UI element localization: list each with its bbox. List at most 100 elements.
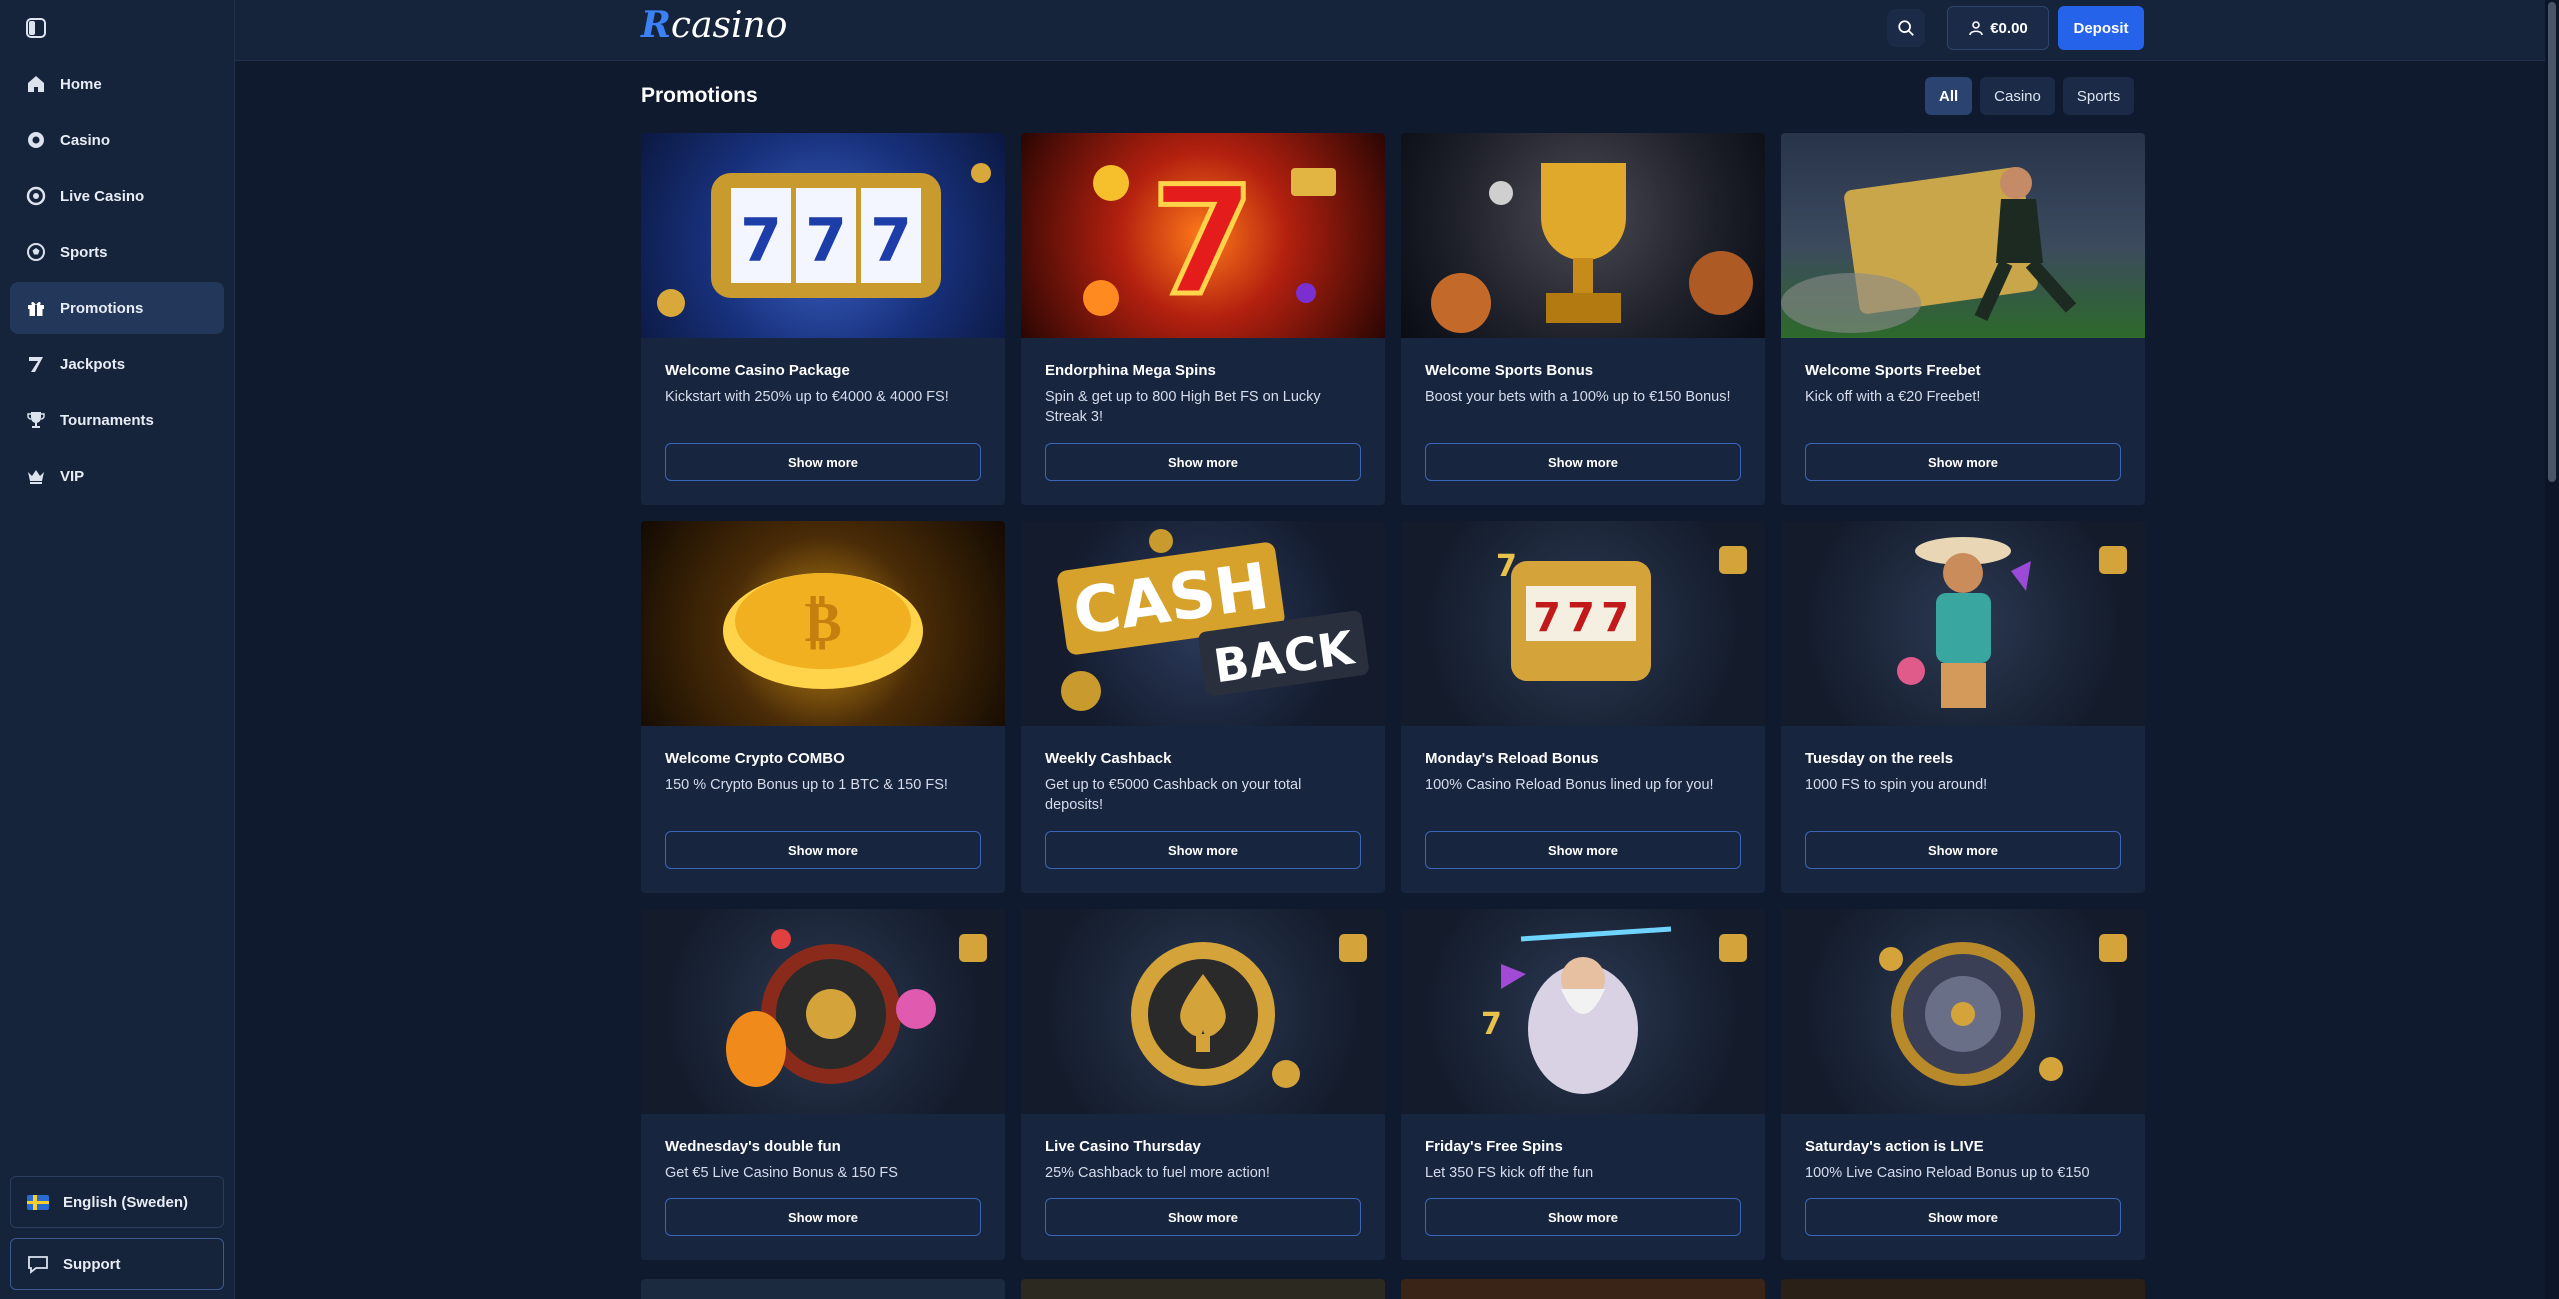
promo-card[interactable]: 7 Endorphina Mega Spins Spin & get up to… — [1021, 133, 1385, 505]
promo-title: Welcome Sports Bonus — [1425, 362, 1594, 379]
sidebar-item-label: Home — [60, 75, 102, 93]
svg-text:₿: ₿ — [804, 590, 841, 655]
promo-card[interactable]: Welcome Sports Bonus Boost your bets wit… — [1401, 133, 1765, 505]
deposit-button[interactable]: Deposit — [2058, 6, 2144, 50]
promo-title: Monday's Reload Bonus — [1425, 750, 1599, 767]
svg-text:7: 7 — [1567, 595, 1595, 641]
promo-card[interactable]: 7 Friday's Free Spins Let 350 FS kick of… — [1401, 909, 1765, 1260]
promo-description: 1000 FS to spin you around! — [1805, 777, 1988, 793]
trophy-image — [1401, 133, 1765, 338]
promo-title: Tuesday on the reels — [1805, 750, 1954, 767]
promo-title: Wednesday's double fun — [665, 1138, 841, 1155]
filter-sports[interactable]: Sports — [2062, 77, 2135, 115]
scrollbar-thumb[interactable] — [2548, 2, 2556, 482]
slot-machine-image: 7777 — [1401, 521, 1765, 726]
sidebar-toggle-icon[interactable] — [25, 17, 47, 39]
promotions-grid: 777 Welcome Casino Package Kickstart wit… — [641, 133, 2145, 1260]
promo-card[interactable]: 7777 Monday's Reload Bonus 100% Casino R… — [1401, 521, 1765, 893]
sidebar-item-sports[interactable]: Sports — [10, 226, 224, 278]
svg-text:7: 7 — [1151, 155, 1255, 329]
promo-card-peek — [1401, 1279, 1765, 1299]
live-casino-icon — [26, 186, 46, 206]
sidebar-item-label: Casino — [60, 131, 111, 149]
page-scrollbar[interactable] — [2545, 0, 2559, 1299]
show-more-button[interactable]: Show more — [665, 1198, 981, 1236]
sidebar-item-label: Tournaments — [60, 411, 154, 429]
promo-card[interactable]: Wednesday's double fun Get €5 Live Casin… — [641, 909, 1005, 1260]
search-button[interactable] — [1887, 9, 1925, 47]
promo-card[interactable]: Welcome Sports Freebet Kick off with a €… — [1781, 133, 2145, 505]
filter-casino[interactable]: Casino — [1980, 77, 2055, 115]
promo-description: Kick off with a €20 Freebet! — [1805, 389, 1981, 405]
bitcoin-coin-image: ₿ — [641, 521, 1005, 726]
show-more-button[interactable]: Show more — [1805, 443, 2121, 481]
cowboy-character-image — [1781, 521, 2145, 726]
promo-title: Weekly Cashback — [1045, 750, 1172, 767]
roulette-wheel-image — [1781, 909, 2145, 1114]
sidebar-item-label: VIP — [60, 467, 85, 485]
user-icon — [1969, 21, 1984, 36]
show-more-button[interactable]: Show more — [1425, 443, 1741, 481]
page-title: Promotions — [641, 84, 758, 107]
show-more-button[interactable]: Show more — [1045, 1198, 1361, 1236]
promo-card[interactable]: ₿ Welcome Crypto COMBO 150 % Crypto Bonu… — [641, 521, 1005, 893]
language-label: English (Sweden) — [63, 1193, 189, 1211]
show-more-button[interactable]: Show more — [1805, 1198, 2121, 1236]
sidebar-item-home[interactable]: Home — [10, 58, 224, 110]
show-more-button[interactable]: Show more — [1045, 831, 1361, 869]
promo-title: Welcome Sports Freebet — [1805, 362, 1981, 379]
casino-chip-icon — [28, 132, 44, 148]
sidebar-item-vip[interactable]: VIP — [10, 450, 224, 502]
home-icon — [28, 76, 44, 92]
svg-text:7: 7 — [740, 206, 782, 276]
crown-icon — [28, 470, 44, 484]
promo-description: Kickstart with 250% up to €4000 & 4000 F… — [665, 389, 949, 405]
show-more-button[interactable]: Show more — [665, 831, 981, 869]
fire-seven-image: 7 — [1021, 133, 1385, 338]
promo-title: Saturday's action is LIVE — [1805, 1138, 1984, 1155]
promo-title: Endorphina Mega Spins — [1045, 362, 1216, 379]
show-more-button[interactable]: Show more — [665, 443, 981, 481]
svg-text:7: 7 — [805, 206, 847, 276]
sweden-flag-icon — [27, 1194, 49, 1210]
sidebar-item-jackpots[interactable]: Jackpots — [10, 338, 224, 390]
top-header: Rcasino €0.00 Deposit — [235, 0, 2559, 61]
promo-card-peek — [641, 1279, 1005, 1299]
filter-all[interactable]: All — [1925, 77, 1973, 115]
show-more-button[interactable]: Show more — [1805, 831, 2121, 869]
promo-description: 25% Cashback to fuel more action! — [1045, 1165, 1270, 1181]
sidebar-item-promotions[interactable]: Promotions — [10, 282, 224, 334]
support-button[interactable]: Support — [10, 1238, 224, 1290]
soccer-player-image — [1781, 133, 2145, 338]
sidebar-item-live-casino[interactable]: Live Casino — [10, 170, 224, 222]
logo[interactable]: Rcasino — [641, 4, 787, 46]
search-icon — [1898, 20, 1914, 36]
show-more-button[interactable]: Show more — [1045, 443, 1361, 481]
promotion-filters: All Casino Sports — [1925, 77, 2135, 115]
promo-card[interactable]: Tuesday on the reels 1000 FS to spin you… — [1781, 521, 2145, 893]
sidebar-item-tournaments[interactable]: Tournaments — [10, 394, 224, 446]
promo-description: Get up to €5000 Cashback on your total d… — [1045, 777, 1302, 813]
sidebar-item-label: Promotions — [60, 299, 144, 317]
balance-button[interactable]: €0.00 — [1947, 6, 2049, 50]
roulette-gummy-bear-image — [641, 909, 1005, 1114]
promo-card[interactable]: 777 Welcome Casino Package Kickstart wit… — [641, 133, 1005, 505]
promo-card[interactable]: Saturday's action is LIVE 100% Live Casi… — [1781, 909, 2145, 1260]
promo-description: 150 % Crypto Bonus up to 1 BTC & 150 FS! — [665, 777, 948, 793]
sidebar-item-casino[interactable]: Casino — [10, 114, 224, 166]
promo-description: 100% Live Casino Reload Bonus up to €150 — [1805, 1165, 2090, 1181]
promo-description: 100% Casino Reload Bonus lined up for yo… — [1425, 777, 1714, 793]
promo-title: Friday's Free Spins — [1425, 1138, 1563, 1155]
promo-title: Welcome Crypto COMBO — [665, 750, 845, 767]
show-more-button[interactable]: Show more — [1425, 1198, 1741, 1236]
show-more-button[interactable]: Show more — [1425, 831, 1741, 869]
promo-title: Live Casino Thursday — [1045, 1138, 1201, 1155]
promo-card[interactable]: CASH BACK Weekly Cashback Get up to €5000… — [1021, 521, 1385, 893]
poker-chip-image — [1021, 909, 1385, 1114]
promo-card-peek — [1021, 1279, 1385, 1299]
promo-description: Spin & get up to 800 High Bet FS on Luck… — [1045, 389, 1321, 425]
language-selector[interactable]: English (Sweden) — [10, 1176, 224, 1228]
gift-icon — [28, 301, 44, 316]
svg-text:7: 7 — [870, 206, 912, 276]
promo-card[interactable]: Live Casino Thursday 25% Cashback to fue… — [1021, 909, 1385, 1260]
